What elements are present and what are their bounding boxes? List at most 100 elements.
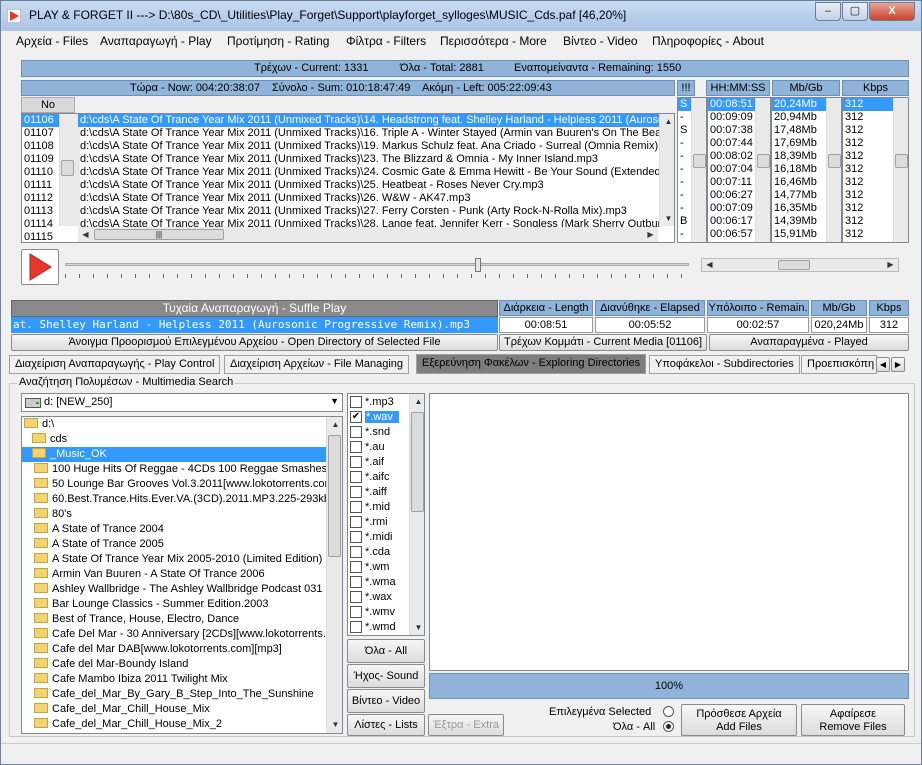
filter-extra-button[interactable]: Έξτρα - Extra <box>428 714 504 736</box>
playlist-row-path[interactable]: d:\cds\A State Of Trance Year Mix 2011 (… <box>78 127 662 140</box>
tab-preview[interactable]: Προεπισκόπη <box>801 355 877 374</box>
checkbox[interactable] <box>350 456 362 469</box>
folder-item[interactable]: Cafe del Mar DAB[www.lokotorrents.com][m… <box>22 642 342 657</box>
col-size-header[interactable]: Mb/Gb <box>772 80 840 96</box>
tab-file-managing[interactable]: Διαχείριση Αρχείων - File Managing <box>224 355 410 374</box>
checkbox[interactable]: ✔ <box>350 411 362 424</box>
current-media-button[interactable]: Τρέχων Κομμάτι - Current Media [01106] <box>499 334 707 351</box>
checkbox[interactable] <box>350 396 362 409</box>
tab-scroll-left[interactable]: ◀ <box>876 357 890 372</box>
tab-subdirectories[interactable]: Υποφάκελοι - Subdirectories <box>649 355 800 374</box>
col-no-header[interactable]: No <box>21 97 75 113</box>
folder-item[interactable]: cds <box>22 432 342 447</box>
playlist-no-scrollbar[interactable] <box>59 114 76 226</box>
folder-tree-vscroll[interactable]: ▲ ▼ <box>326 417 342 733</box>
playlist[interactable]: 01106 01107 01108 01109 01110 01111 01112 01113… <box>21 113 675 243</box>
folder-tree[interactable]: d:\ cds _Music_OK 100 Huge Hits Of Reggae -… <box>21 416 343 734</box>
drive-select[interactable]: d: [NEW_250] ▼ <box>21 393 343 412</box>
tab-play-control[interactable]: Διαχείριση Αναπαραγωγής - Play Control <box>9 355 221 374</box>
checkbox[interactable] <box>350 621 362 634</box>
search-group-title: Αναζήτηση Πολυμέσων - Multimedia Search <box>17 376 236 388</box>
folder-item[interactable]: 60.Best.Trance.Hits.Ever.VA.(3CD).2011.M… <box>22 492 342 507</box>
folder-item[interactable]: A State of Trance 2004 <box>22 522 342 537</box>
menu-about[interactable]: Πληροφορίες - About <box>652 34 764 48</box>
minimize-button[interactable]: – <box>815 2 841 21</box>
checkbox[interactable] <box>350 501 362 514</box>
checkbox[interactable] <box>350 426 362 439</box>
playlist-row-path[interactable]: d:\cds\A State Of Trance Year Mix 2011 (… <box>78 114 662 127</box>
folder-item[interactable]: Cafe_del_Mar_Chill_House_Mix_2 <box>22 717 342 732</box>
folder-item[interactable]: Cafe Del Mar - 30 Anniversary [2CDs][www… <box>22 627 342 642</box>
col-kbps-header[interactable]: Kbps <box>842 80 909 96</box>
menu-filters[interactable]: Φίλτρα - Filters <box>346 34 426 48</box>
folder-item[interactable]: Bar Lounge Classics - Summer Edition.200… <box>22 597 342 612</box>
folder-item[interactable]: Ashley Wallbridge - The Ashley Wallbridg… <box>22 582 342 597</box>
checkbox[interactable] <box>350 441 362 454</box>
playlist-row-path[interactable]: d:\cds\A State Of Trance Year Mix 2011 (… <box>78 166 662 179</box>
folder-item[interactable]: 100 Huge Hits Of Reggae - 4CDs 100 Regga… <box>22 462 342 477</box>
checkbox[interactable] <box>350 576 362 589</box>
folder-item[interactable]: Cafe_del_Mar_By_Gary_B_Step_Into_The_Sun… <box>22 687 342 702</box>
extension-list[interactable]: *.mp3 ✔ *.wav *.snd *.au *.aif *.aifc *.aiff *.m… <box>347 393 425 636</box>
open-directory-button[interactable]: Άνοιγμα Προορισμού Επιλεγμένου Αρχείου -… <box>11 334 498 351</box>
menu-more[interactable]: Περισσότερα - More <box>440 34 547 48</box>
checkbox[interactable] <box>350 531 362 544</box>
time-column[interactable]: 00:08:51 00:09:09 00:07:38 00:07:44 00:08:02… <box>707 97 771 243</box>
add-files-button[interactable]: Πρόσθεσε Αρχεία Add Files <box>681 704 797 736</box>
filter-lists-button[interactable]: Λίστες - Lists <box>347 714 425 736</box>
checkbox[interactable] <box>350 561 362 574</box>
radio-selected[interactable] <box>663 706 674 717</box>
folder-item[interactable]: _Music_OK <box>22 447 342 462</box>
folder-item[interactable]: Best of Trance, House, Electro, Dance <box>22 612 342 627</box>
playlist-row-no[interactable]: 01115 <box>22 231 76 242</box>
size-column[interactable]: 20,24Mb 20,94Mb 17,48Mb 17,69Mb 18,39Mb 16,18… <box>771 97 842 243</box>
remove-files-en: Remove Files <box>819 721 887 733</box>
menu-rating[interactable]: Προτίμηση - Rating <box>227 34 329 48</box>
folder-item[interactable]: Cafe_del_Mar_Chill_House_Mix <box>22 702 342 717</box>
playlist-hscroll[interactable]: ◀ ||| ▶ <box>78 227 658 242</box>
playlist-row-path[interactable]: d:\cds\A State Of Trance Year Mix 2011 (… <box>78 205 662 218</box>
menu-video[interactable]: Βίντεο - Video <box>563 34 638 48</box>
kbps-column[interactable]: 312 312 312 312 312 312 312 312 312 312 312 <box>842 97 909 243</box>
checkbox[interactable] <box>350 591 362 604</box>
folder-item[interactable]: d:\ <box>22 417 342 432</box>
playlist-vscroll[interactable]: ▲ ▼ <box>659 114 674 226</box>
folder-item[interactable]: 80's <box>22 507 342 522</box>
filter-all-button[interactable]: Όλα - All <box>347 639 425 663</box>
seek-bar[interactable] <box>65 258 689 279</box>
playlist-row-path[interactable]: d:\cds\A State Of Trance Year Mix 2011 (… <box>78 192 662 205</box>
folder-item[interactable]: A State Of Trance Year Mix 2005-2010 (Li… <box>22 552 342 567</box>
col-time-header[interactable]: HH:MM:SS <box>706 80 770 96</box>
playlist-row-path[interactable]: d:\cds\A State Of Trance Year Mix 2011 (… <box>78 140 662 153</box>
checkbox[interactable] <box>350 546 362 559</box>
results-list[interactable] <box>429 393 909 671</box>
maximize-button[interactable]: ▢ <box>842 2 868 21</box>
tab-exploring-directories[interactable]: Εξερεύνηση Φακέλων - Exploring Directori… <box>416 354 647 374</box>
playlist-row-path[interactable]: d:\cds\A State Of Trance Year Mix 2011 (… <box>78 179 662 192</box>
play-button[interactable] <box>21 249 59 285</box>
seek-thumb[interactable] <box>474 258 481 272</box>
close-button[interactable]: X <box>869 2 915 21</box>
filter-video-button[interactable]: Βίντεο - Video <box>347 689 425 713</box>
folder-item[interactable]: Cafe Mambo Ibiza 2011 Twilight Mix <box>22 672 342 687</box>
folder-item[interactable]: Cafe del Mar-Boundy Island <box>22 657 342 672</box>
col-flag-header[interactable]: !!! <box>677 80 695 96</box>
checkbox[interactable] <box>350 486 362 499</box>
checkbox[interactable] <box>350 516 362 529</box>
volume-slider[interactable]: ◀ ▶ <box>701 258 899 272</box>
filter-sound-button[interactable]: Ήχος- Sound <box>347 664 425 688</box>
menu-play[interactable]: Αναπαραγωγή - Play <box>100 34 212 48</box>
tab-scroll-right[interactable]: ▶ <box>891 357 905 372</box>
checkbox[interactable] <box>350 606 362 619</box>
folder-item[interactable]: A State of Trance 2005 <box>22 537 342 552</box>
playlist-row-path[interactable]: d:\cds\A State Of Trance Year Mix 2011 (… <box>78 153 662 166</box>
menu-files[interactable]: Αρχεία - Files <box>16 34 88 48</box>
folder-item[interactable]: 50 Lounge Bar Grooves Vol.3.2011[www.lok… <box>22 477 342 492</box>
folder-item[interactable]: Armin Van Buuren - A State Of Trance 200… <box>22 567 342 582</box>
flag-column[interactable]: S-S------B- <box>677 97 707 243</box>
remove-files-button[interactable]: Αφαίρεσε Remove Files <box>801 704 905 736</box>
radio-all[interactable] <box>663 721 674 732</box>
played-button[interactable]: Αναπαραγμένα - Played <box>709 334 909 351</box>
folder-icon <box>24 418 38 429</box>
checkbox[interactable] <box>350 471 362 484</box>
